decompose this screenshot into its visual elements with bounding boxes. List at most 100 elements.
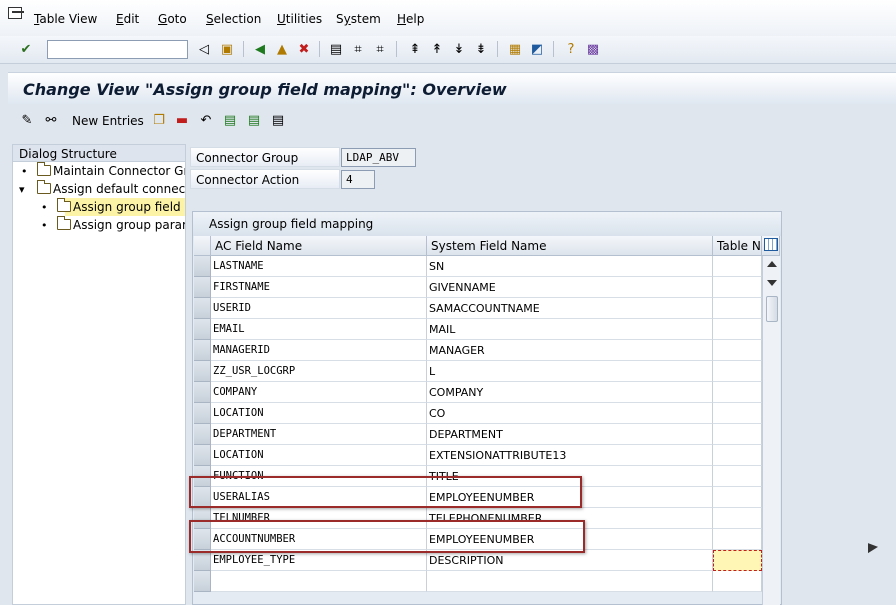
select-all-corner[interactable] — [194, 236, 211, 256]
menu-system[interactable]: System — [336, 12, 381, 26]
row-selector[interactable] — [194, 508, 211, 529]
display-change-icon[interactable]: ✎ — [18, 111, 36, 129]
scroll-down-icon[interactable] — [767, 280, 777, 286]
cell-table-name[interactable] — [713, 550, 762, 571]
cell-ac-field-name[interactable]: FIRSTNAME — [211, 277, 427, 298]
cell-table-name[interactable] — [713, 424, 762, 445]
cell-ac-field-name[interactable]: LOCATION — [211, 445, 427, 466]
back-icon[interactable]: ◀ — [251, 40, 269, 58]
menu-selection[interactable]: Selection — [206, 12, 261, 26]
cell-table-name[interactable] — [713, 298, 762, 319]
cell-system-field-name[interactable]: SN — [427, 256, 713, 277]
cell-system-field-name[interactable]: EMPLOYEENUMBER — [427, 529, 713, 550]
cell-system-field-name[interactable]: EMPLOYEENUMBER — [427, 487, 713, 508]
menu-goto[interactable]: Goto — [158, 12, 187, 26]
new-entries-button[interactable]: New Entries — [72, 114, 144, 128]
row-selector[interactable] — [194, 550, 211, 571]
cell-system-field-name[interactable] — [427, 571, 713, 592]
delete-icon[interactable]: ▬ — [173, 111, 191, 129]
tree-item-assign-default-connector[interactable]: ▾ Assign default connecto — [13, 180, 185, 198]
cell-ac-field-name[interactable]: LASTNAME — [211, 256, 427, 277]
cell-ac-field-name[interactable]: DEPARTMENT — [211, 424, 427, 445]
column-header-system-field-name[interactable]: System Field Name — [427, 236, 713, 256]
cell-table-name[interactable] — [713, 403, 762, 424]
row-selector[interactable] — [194, 445, 211, 466]
cell-table-name[interactable] — [713, 382, 762, 403]
column-header-ac-field-name[interactable]: AC Field Name — [211, 236, 427, 256]
cell-ac-field-name[interactable]: COMPANY — [211, 382, 427, 403]
vertical-scrollbar[interactable] — [762, 256, 780, 605]
scroll-thumb[interactable] — [766, 296, 778, 322]
exit-icon[interactable]: ▲ — [273, 40, 291, 58]
print-icon[interactable]: ▤ — [327, 40, 345, 58]
cell-table-name[interactable] — [713, 487, 762, 508]
create-session-icon[interactable]: ▦ — [506, 40, 524, 58]
cell-ac-field-name[interactable]: ZZ_USR_LOCGRP — [211, 361, 427, 382]
cell-ac-field-name[interactable]: USERALIAS — [211, 487, 427, 508]
tree-expand-arrow[interactable]: ▾ — [19, 183, 25, 196]
cell-table-name[interactable] — [713, 319, 762, 340]
help-icon[interactable]: ? — [562, 40, 580, 58]
shortcut-icon[interactable]: ◩ — [528, 40, 546, 58]
menu-table-view[interactable]: Table View — [34, 12, 97, 26]
cell-ac-field-name[interactable]: EMAIL — [211, 319, 427, 340]
cell-system-field-name[interactable]: TITLE — [427, 466, 713, 487]
menu-help[interactable]: Help — [397, 12, 424, 26]
cell-system-field-name[interactable]: CO — [427, 403, 713, 424]
cell-system-field-name[interactable]: DEPARTMENT — [427, 424, 713, 445]
row-selector[interactable] — [194, 571, 211, 592]
row-selector[interactable] — [194, 529, 211, 550]
previous-page-icon[interactable]: ↟ — [428, 40, 446, 58]
cell-table-name[interactable] — [713, 361, 762, 382]
menu-edit[interactable]: Edit — [116, 12, 139, 26]
row-selector[interactable] — [194, 361, 211, 382]
cell-table-name[interactable] — [713, 256, 762, 277]
cell-ac-field-name[interactable]: ACCOUNTNUMBER — [211, 529, 427, 550]
cell-system-field-name[interactable]: SAMACCOUNTNAME — [427, 298, 713, 319]
select-block-icon[interactable]: ▤ — [245, 111, 263, 129]
cell-ac-field-name[interactable]: FUNCTION — [211, 466, 427, 487]
cell-table-name[interactable] — [713, 445, 762, 466]
back-triangle-icon[interactable]: ◁ — [195, 40, 213, 58]
row-selector[interactable] — [194, 382, 211, 403]
command-field[interactable] — [47, 40, 188, 59]
cell-table-name[interactable] — [713, 466, 762, 487]
cell-system-field-name[interactable]: EXTENSIONATTRIBUTE13 — [427, 445, 713, 466]
save-icon[interactable]: ▣ — [218, 40, 236, 58]
cell-ac-field-name[interactable]: EMPLOYEE_TYPE — [211, 550, 427, 571]
cell-ac-field-name[interactable]: USERID — [211, 298, 427, 319]
cell-system-field-name[interactable]: COMPANY — [427, 382, 713, 403]
scroll-up-icon[interactable] — [767, 261, 777, 267]
cell-system-field-name[interactable]: MANAGER — [427, 340, 713, 361]
cell-table-name[interactable] — [713, 508, 762, 529]
undo-change-icon[interactable]: ↶ — [197, 111, 215, 129]
row-selector[interactable] — [194, 403, 211, 424]
find-icon[interactable]: ⌗ — [349, 40, 367, 58]
cell-table-name[interactable] — [713, 340, 762, 361]
layout-menu-icon[interactable]: ▩ — [584, 40, 602, 58]
table-settings-icon[interactable] — [762, 236, 780, 256]
enter-check-icon[interactable]: ✔ — [17, 40, 35, 58]
last-page-icon[interactable]: ⇟ — [472, 40, 490, 58]
cell-system-field-name[interactable]: MAIL — [427, 319, 713, 340]
row-selector[interactable] — [194, 319, 211, 340]
row-selector[interactable] — [194, 424, 211, 445]
cell-ac-field-name[interactable]: LOCATION — [211, 403, 427, 424]
cell-ac-field-name[interactable]: TELNUMBER — [211, 508, 427, 529]
cell-table-name[interactable] — [713, 529, 762, 550]
cell-ac-field-name[interactable] — [211, 571, 427, 592]
glasses-icon[interactable]: ⚯ — [42, 111, 60, 129]
copy-as-icon[interactable]: ❐ — [150, 111, 168, 129]
cell-system-field-name[interactable]: DESCRIPTION — [427, 550, 713, 571]
row-selector[interactable] — [194, 277, 211, 298]
cell-system-field-name[interactable]: TELEPHONENUMBER — [427, 508, 713, 529]
row-selector[interactable] — [194, 256, 211, 277]
find-next-icon[interactable]: ⌗ — [371, 40, 389, 58]
row-selector[interactable] — [194, 298, 211, 319]
cell-system-field-name[interactable]: GIVENNAME — [427, 277, 713, 298]
cancel-icon[interactable]: ✖ — [295, 40, 313, 58]
deselect-all-icon[interactable]: ▤ — [269, 111, 287, 129]
row-selector[interactable] — [194, 487, 211, 508]
tree-item-maintain-connector-group[interactable]: • Maintain Connector Grou — [13, 162, 185, 180]
system-menu-icon[interactable] — [8, 7, 24, 19]
